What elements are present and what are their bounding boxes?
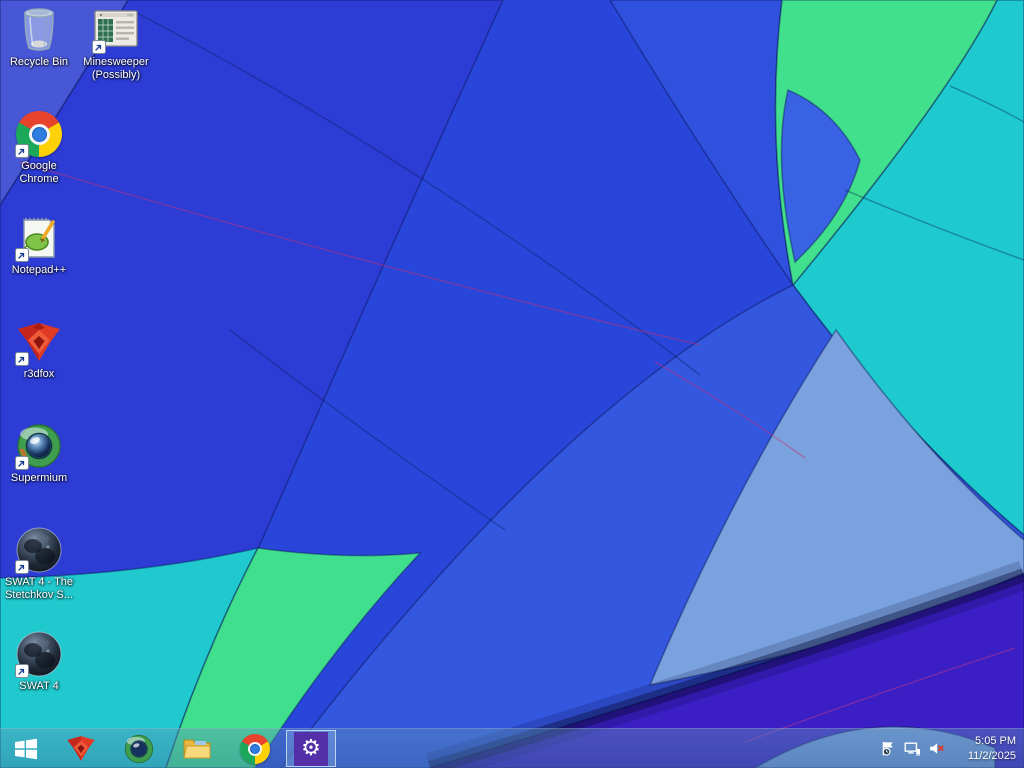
- desktop-icon-swat4-stetchkov[interactable]: SWAT 4 - The Stetchkov S...: [1, 526, 77, 602]
- shortcut-arrow-icon: [15, 560, 29, 574]
- taskbar-item-settings-active[interactable]: ⚙: [286, 730, 336, 767]
- action-center-flag-icon[interactable]: [880, 740, 897, 757]
- r3dfox-icon: [67, 736, 95, 761]
- desktop-icon-label: r3dfox: [23, 368, 55, 380]
- gear-icon: ⚙: [301, 735, 321, 761]
- clock-date: 11/2/2025: [967, 749, 1016, 762]
- desktop-icon-supermium[interactable]: Supermium: [1, 422, 77, 485]
- chrome-icon-hub: [31, 126, 47, 142]
- taskbar-item-supermium[interactable]: [110, 729, 168, 768]
- desktop-icon-label: Supermium: [10, 472, 68, 484]
- desktop-icon-label: Recycle Bin: [9, 56, 69, 68]
- desktop-icon-label: Google Chrome: [19, 160, 59, 185]
- desktop-icon-recycle-bin[interactable]: Recycle Bin: [1, 6, 77, 69]
- desktop-icon-label: Notepad++: [11, 264, 67, 276]
- shortcut-arrow-icon: [15, 144, 29, 158]
- taskbar-item-r3dfox[interactable]: [52, 729, 110, 768]
- settings-tile: ⚙: [294, 731, 328, 766]
- taskbar-clock[interactable]: 5:05 PM 11/2/2025: [952, 734, 1016, 763]
- desktop-icon-label: Minesweeper (Possibly): [83, 56, 149, 81]
- clock-time: 5:05 PM: [975, 735, 1016, 748]
- shortcut-arrow-icon: [92, 40, 106, 54]
- system-tray: 5:05 PM 11/2/2025: [880, 729, 1024, 768]
- desktop-icon-notepad-plus-plus[interactable]: Notepad++: [1, 214, 77, 277]
- network-icon[interactable]: [904, 740, 921, 757]
- supermium-orb-icon: [124, 734, 154, 763]
- chrome-icon: [240, 733, 270, 764]
- desktop-icon-r3dfox[interactable]: r3dfox: [1, 318, 77, 381]
- desktop-icon-google-chrome[interactable]: Google Chrome: [1, 110, 77, 186]
- desktop-icon-swat4[interactable]: SWAT 4: [1, 630, 77, 693]
- shortcut-arrow-icon: [15, 248, 29, 262]
- shortcut-arrow-icon: [15, 664, 29, 678]
- volume-muted-icon[interactable]: [928, 740, 945, 757]
- taskbar-item-file-explorer[interactable]: [168, 729, 226, 768]
- desktop-icon-minesweeper[interactable]: Minesweeper (Possibly): [78, 6, 154, 82]
- shortcut-arrow-icon: [15, 352, 29, 366]
- desktop-surface[interactable]: Recycle Bin Minesweeper (Possibly) Googl…: [0, 0, 1024, 768]
- chrome-icon-hub: [250, 743, 260, 754]
- shortcut-arrow-icon: [15, 456, 29, 470]
- start-button[interactable]: [0, 729, 52, 768]
- desktop-icon-label: SWAT 4: [19, 680, 59, 692]
- wallpaper-balloon-image: [0, 0, 1024, 768]
- file-explorer-folder-icon: [183, 739, 211, 758]
- taskbar-item-chrome[interactable]: [226, 729, 284, 768]
- recycle-bin-icon: [24, 8, 54, 51]
- taskbar: ⚙ 5:05 PM 11/2/2025: [0, 728, 1024, 768]
- windows-logo-icon: [15, 738, 37, 759]
- desktop-icon-label: SWAT 4 - The Stetchkov S...: [4, 576, 74, 601]
